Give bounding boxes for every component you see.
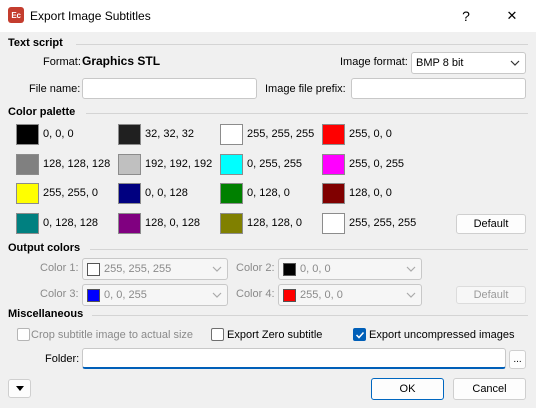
color3-swatch (87, 288, 100, 302)
palette-swatch[interactable] (118, 183, 141, 204)
text-script-heading: Text script (8, 37, 63, 49)
palette-swatch-value: 0, 128, 128 (43, 217, 99, 229)
color4-select[interactable]: 255, 0, 0 (278, 284, 422, 306)
palette-swatch-value: 0, 128, 0 (247, 187, 290, 199)
palette-swatch-value: 0, 0, 0 (43, 128, 74, 140)
color1-select[interactable]: 255, 255, 255 (82, 258, 228, 280)
palette-default-button[interactable]: Default (456, 214, 526, 234)
image-format-value: BMP 8 bit (416, 57, 464, 69)
palette-swatch-value: 0, 255, 255 (247, 158, 303, 170)
triangle-down-icon (15, 385, 24, 391)
palette-swatch-value: 255, 255, 0 (43, 187, 99, 199)
export-uncompressed-checkbox[interactable] (353, 328, 366, 341)
palette-swatch[interactable] (220, 183, 243, 204)
color1-value: 255, 255, 255 (104, 263, 172, 275)
color3-value: 0, 0, 255 (104, 289, 147, 301)
color1-label: Color 1: (40, 262, 79, 274)
crop-checkbox[interactable] (17, 328, 30, 341)
image-format-select[interactable]: BMP 8 bit (411, 52, 526, 74)
format-label: Format: (43, 56, 81, 68)
palette-swatch[interactable] (322, 154, 345, 175)
section-divider (90, 249, 528, 250)
palette-swatch[interactable] (220, 154, 243, 175)
checkmark-icon (355, 331, 364, 339)
palette-swatch-value: 0, 0, 128 (145, 187, 188, 199)
misc-heading: Miscellaneous (8, 308, 84, 320)
chevron-down-icon (212, 292, 222, 298)
color4-value: 255, 0, 0 (300, 289, 343, 301)
palette-swatch-value: 255, 255, 255 (349, 217, 417, 229)
file-name-label: File name: (29, 83, 81, 95)
expand-menu-button[interactable] (8, 379, 31, 398)
section-divider (76, 44, 528, 45)
file-name-input[interactable] (82, 78, 257, 99)
color4-swatch (283, 288, 296, 302)
image-prefix-input[interactable] (351, 78, 526, 99)
color2-label: Color 2: (236, 262, 275, 274)
browse-folder-button[interactable]: ... (509, 350, 526, 369)
color3-label: Color 3: (40, 288, 79, 300)
color2-select[interactable]: 0, 0, 0 (278, 258, 422, 280)
ok-button[interactable]: OK (371, 378, 444, 400)
chevron-down-icon (406, 292, 416, 298)
app-icon: Ec (8, 7, 24, 23)
palette-swatch-value: 255, 0, 255 (349, 158, 405, 170)
palette-swatch-value: 255, 0, 0 (349, 128, 392, 140)
chevron-down-icon (510, 60, 520, 66)
cancel-button[interactable]: Cancel (453, 378, 526, 400)
folder-label: Folder: (45, 353, 80, 365)
palette-swatch[interactable] (16, 124, 39, 145)
export-zero-checkbox[interactable] (211, 328, 224, 341)
color2-swatch (283, 262, 296, 276)
palette-swatch[interactable] (220, 213, 243, 234)
palette-swatch[interactable] (118, 213, 141, 234)
palette-swatch[interactable] (322, 124, 345, 145)
palette-swatch[interactable] (118, 154, 141, 175)
color1-swatch (87, 262, 100, 276)
help-button[interactable]: ? (450, 4, 482, 28)
palette-swatch-value: 128, 0, 128 (145, 217, 201, 229)
output-default-button[interactable]: Default (456, 286, 526, 304)
palette-swatch[interactable] (220, 124, 243, 145)
export-uncompressed-label: Export uncompressed images (369, 329, 515, 341)
color-palette-heading: Color palette (8, 106, 76, 118)
color2-value: 0, 0, 0 (300, 263, 331, 275)
palette-swatch[interactable] (322, 213, 345, 234)
palette-swatch-value: 32, 32, 32 (145, 128, 194, 140)
image-prefix-label: Image file prefix: (265, 83, 346, 95)
output-colors-heading: Output colors (8, 242, 81, 254)
export-zero-label: Export Zero subtitle (227, 329, 323, 341)
palette-swatch[interactable] (16, 213, 39, 234)
palette-swatch-value: 128, 128, 128 (43, 158, 111, 170)
crop-label: Crop subtitle image to actual size (31, 329, 194, 341)
chevron-down-icon (406, 266, 416, 272)
close-button[interactable]: ✕ (496, 4, 528, 28)
folder-input[interactable] (82, 348, 506, 369)
color3-select[interactable]: 0, 0, 255 (82, 284, 228, 306)
format-value: Graphics STL (82, 54, 161, 68)
section-divider (92, 315, 528, 316)
palette-swatch-value: 255, 255, 255 (247, 128, 315, 140)
palette-swatch[interactable] (322, 183, 345, 204)
palette-swatch-value: 128, 0, 0 (349, 187, 392, 199)
palette-swatch-value: 128, 128, 0 (247, 217, 303, 229)
palette-swatch[interactable] (118, 124, 141, 145)
chevron-down-icon (212, 266, 222, 272)
palette-swatch[interactable] (16, 154, 39, 175)
window-title: Export Image Subtitles (30, 9, 151, 23)
palette-swatch-value: 192, 192, 192 (145, 158, 213, 170)
palette-swatch[interactable] (16, 183, 39, 204)
image-format-label: Image format: (340, 56, 408, 68)
section-divider (86, 113, 528, 114)
color4-label: Color 4: (236, 288, 275, 300)
